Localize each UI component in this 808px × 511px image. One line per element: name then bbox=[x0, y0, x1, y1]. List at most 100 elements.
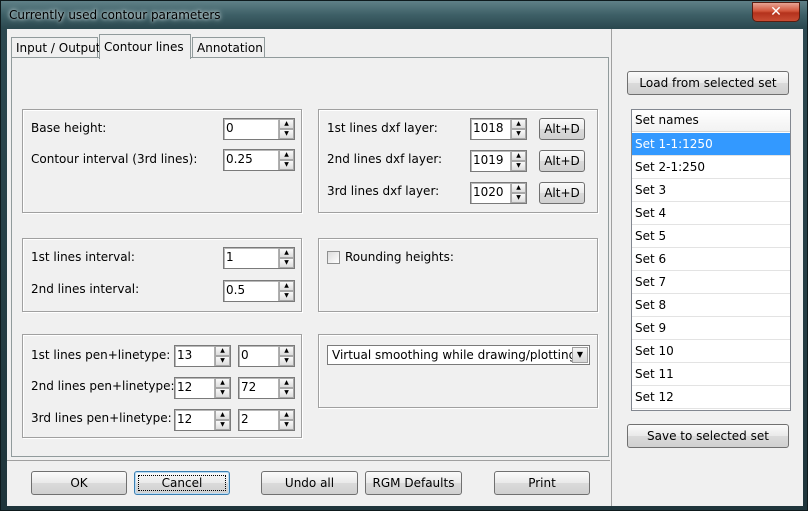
list-item[interactable]: Set 3 bbox=[632, 179, 790, 202]
pen-1-input[interactable] bbox=[177, 348, 213, 362]
pen-3-spinner[interactable]: ▲ ▼ bbox=[174, 409, 231, 431]
set-names-header[interactable]: Set names bbox=[632, 110, 790, 132]
down-arrow-icon[interactable]: ▼ bbox=[215, 356, 230, 366]
linetype-3-input[interactable] bbox=[241, 412, 277, 426]
second-lines-interval-input[interactable] bbox=[226, 283, 276, 297]
linetype-2-spinner[interactable]: ▲ ▼ bbox=[238, 377, 295, 399]
down-arrow-icon[interactable]: ▼ bbox=[279, 388, 294, 398]
left-pane: Input / Output Contour lines Annotation … bbox=[7, 29, 610, 506]
undo-all-button[interactable]: Undo all bbox=[261, 471, 358, 495]
contour-lines-panel: Base height: ▲ ▼ Contour interval (3rd l… bbox=[11, 57, 609, 457]
up-arrow-icon[interactable]: ▲ bbox=[279, 119, 294, 129]
up-arrow-icon[interactable]: ▲ bbox=[279, 150, 294, 160]
close-icon: ✕ bbox=[770, 4, 782, 20]
line-intervals-group: 1st lines interval: ▲ ▼ 2nd lines interv… bbox=[22, 238, 302, 312]
down-arrow-icon[interactable]: ▼ bbox=[279, 160, 294, 170]
down-arrow-icon[interactable]: ▼ bbox=[511, 193, 526, 203]
contour-interval-label: Contour interval (3rd lines): bbox=[31, 152, 198, 166]
dxf-layer-2-label: 2nd lines dxf layer: bbox=[327, 152, 443, 166]
list-item[interactable]: Set 1-1:1250 bbox=[632, 133, 790, 156]
pen-1-label: 1st lines pen+linetype: bbox=[31, 348, 171, 362]
rounding-group: Rounding heights: bbox=[318, 238, 598, 312]
up-arrow-icon[interactable]: ▲ bbox=[215, 346, 230, 356]
list-item[interactable]: Set 11 bbox=[632, 363, 790, 386]
dxf-layer-2-spinner[interactable]: ▲ ▼ bbox=[470, 150, 527, 172]
list-item[interactable]: Set 10 bbox=[632, 340, 790, 363]
rounding-heights-checkbox[interactable] bbox=[327, 251, 340, 264]
list-item[interactable]: Set 2-1:250 bbox=[632, 156, 790, 179]
list-item[interactable]: Set 7 bbox=[632, 271, 790, 294]
down-arrow-icon[interactable]: ▼ bbox=[279, 356, 294, 366]
heights-group: Base height: ▲ ▼ Contour interval (3rd l… bbox=[22, 109, 302, 213]
dxf-layers-group: 1st lines dxf layer: ▲ ▼ Alt+D 2nd lines… bbox=[318, 109, 598, 213]
second-lines-interval-spinner[interactable]: ▲ ▼ bbox=[223, 280, 295, 302]
down-arrow-icon[interactable]: ▼ bbox=[511, 129, 526, 139]
down-arrow-icon[interactable]: ▼ bbox=[279, 420, 294, 430]
up-arrow-icon[interactable]: ▲ bbox=[279, 248, 294, 258]
smoothing-selected-value: Virtual smoothing while drawing/plotting bbox=[332, 348, 577, 362]
tab-input-output[interactable]: Input / Output bbox=[11, 37, 100, 58]
ok-button[interactable]: OK bbox=[31, 471, 127, 495]
base-height-spinner[interactable]: ▲ ▼ bbox=[223, 118, 295, 140]
tab-annotation[interactable]: Annotation bbox=[192, 37, 265, 58]
up-arrow-icon[interactable]: ▲ bbox=[511, 119, 526, 129]
dxf-layer-3-alt-d-button[interactable]: Alt+D bbox=[539, 182, 585, 204]
up-arrow-icon[interactable]: ▲ bbox=[511, 151, 526, 161]
linetype-1-spinner[interactable]: ▲ ▼ bbox=[238, 345, 295, 367]
list-item[interactable]: Set 12 bbox=[632, 386, 790, 409]
dxf-layer-1-input[interactable] bbox=[473, 121, 509, 135]
list-item[interactable]: Set 5 bbox=[632, 225, 790, 248]
contour-interval-input[interactable] bbox=[226, 152, 276, 166]
dxf-layer-3-input[interactable] bbox=[473, 185, 509, 199]
tab-label: Annotation bbox=[197, 41, 263, 55]
down-arrow-icon[interactable]: ▼ bbox=[511, 161, 526, 171]
title-bar[interactable]: Currently used contour parameters ✕ bbox=[1, 1, 807, 29]
dxf-layer-1-alt-d-button[interactable]: Alt+D bbox=[539, 118, 585, 140]
up-arrow-icon[interactable]: ▲ bbox=[215, 410, 230, 420]
list-item[interactable]: Set 8 bbox=[632, 294, 790, 317]
load-from-selected-set-button[interactable]: Load from selected set bbox=[627, 71, 789, 95]
up-arrow-icon[interactable]: ▲ bbox=[511, 183, 526, 193]
print-button[interactable]: Print bbox=[494, 471, 590, 495]
list-item[interactable]: Set 4 bbox=[632, 202, 790, 225]
close-button[interactable]: ✕ bbox=[752, 2, 800, 22]
dxf-layer-1-label: 1st lines dxf layer: bbox=[327, 121, 438, 135]
linetype-1-input[interactable] bbox=[241, 348, 277, 362]
chevron-down-icon[interactable]: ▼ bbox=[572, 347, 588, 363]
cancel-button[interactable]: Cancel bbox=[134, 471, 230, 495]
base-height-input[interactable] bbox=[226, 121, 276, 135]
set-names-listbox[interactable]: Set names Set 1-1:1250 Set 2-1:250 Set 3 Se… bbox=[631, 109, 791, 411]
first-lines-interval-spinner[interactable]: ▲ ▼ bbox=[223, 247, 295, 269]
down-arrow-icon[interactable]: ▼ bbox=[279, 291, 294, 301]
dxf-layer-2-input[interactable] bbox=[473, 153, 509, 167]
up-arrow-icon[interactable]: ▲ bbox=[279, 378, 294, 388]
down-arrow-icon[interactable]: ▼ bbox=[279, 129, 294, 139]
down-arrow-icon[interactable]: ▼ bbox=[215, 388, 230, 398]
list-item[interactable]: Set 6 bbox=[632, 248, 790, 271]
linetype-2-input[interactable] bbox=[241, 380, 277, 394]
up-arrow-icon[interactable]: ▲ bbox=[279, 281, 294, 291]
dxf-layer-1-spinner[interactable]: ▲ ▼ bbox=[470, 118, 527, 140]
smoothing-select[interactable]: Virtual smoothing while drawing/plotting… bbox=[327, 345, 590, 365]
first-lines-interval-input[interactable] bbox=[226, 250, 276, 264]
pen-1-spinner[interactable]: ▲ ▼ bbox=[174, 345, 231, 367]
linetype-3-spinner[interactable]: ▲ ▼ bbox=[238, 409, 295, 431]
tab-label: Contour lines bbox=[104, 40, 184, 54]
save-to-selected-set-button[interactable]: Save to selected set bbox=[627, 424, 789, 448]
rgm-defaults-button[interactable]: RGM Defaults bbox=[365, 471, 462, 495]
list-item[interactable]: Set 9 bbox=[632, 317, 790, 340]
dxf-layer-2-alt-d-button[interactable]: Alt+D bbox=[539, 150, 585, 172]
up-arrow-icon[interactable]: ▲ bbox=[279, 346, 294, 356]
focus-ring bbox=[138, 475, 226, 491]
contour-interval-spinner[interactable]: ▲ ▼ bbox=[223, 149, 295, 171]
pen-2-input[interactable] bbox=[177, 380, 213, 394]
up-arrow-icon[interactable]: ▲ bbox=[215, 378, 230, 388]
down-arrow-icon[interactable]: ▼ bbox=[215, 420, 230, 430]
pen-2-spinner[interactable]: ▲ ▼ bbox=[174, 377, 231, 399]
up-arrow-icon[interactable]: ▲ bbox=[279, 410, 294, 420]
tab-contour-lines[interactable]: Contour lines bbox=[99, 34, 191, 59]
dxf-layer-3-spinner[interactable]: ▲ ▼ bbox=[470, 182, 527, 204]
down-arrow-icon[interactable]: ▼ bbox=[279, 258, 294, 268]
dialog-client: Input / Output Contour lines Annotation … bbox=[7, 29, 803, 506]
pen-3-input[interactable] bbox=[177, 412, 213, 426]
